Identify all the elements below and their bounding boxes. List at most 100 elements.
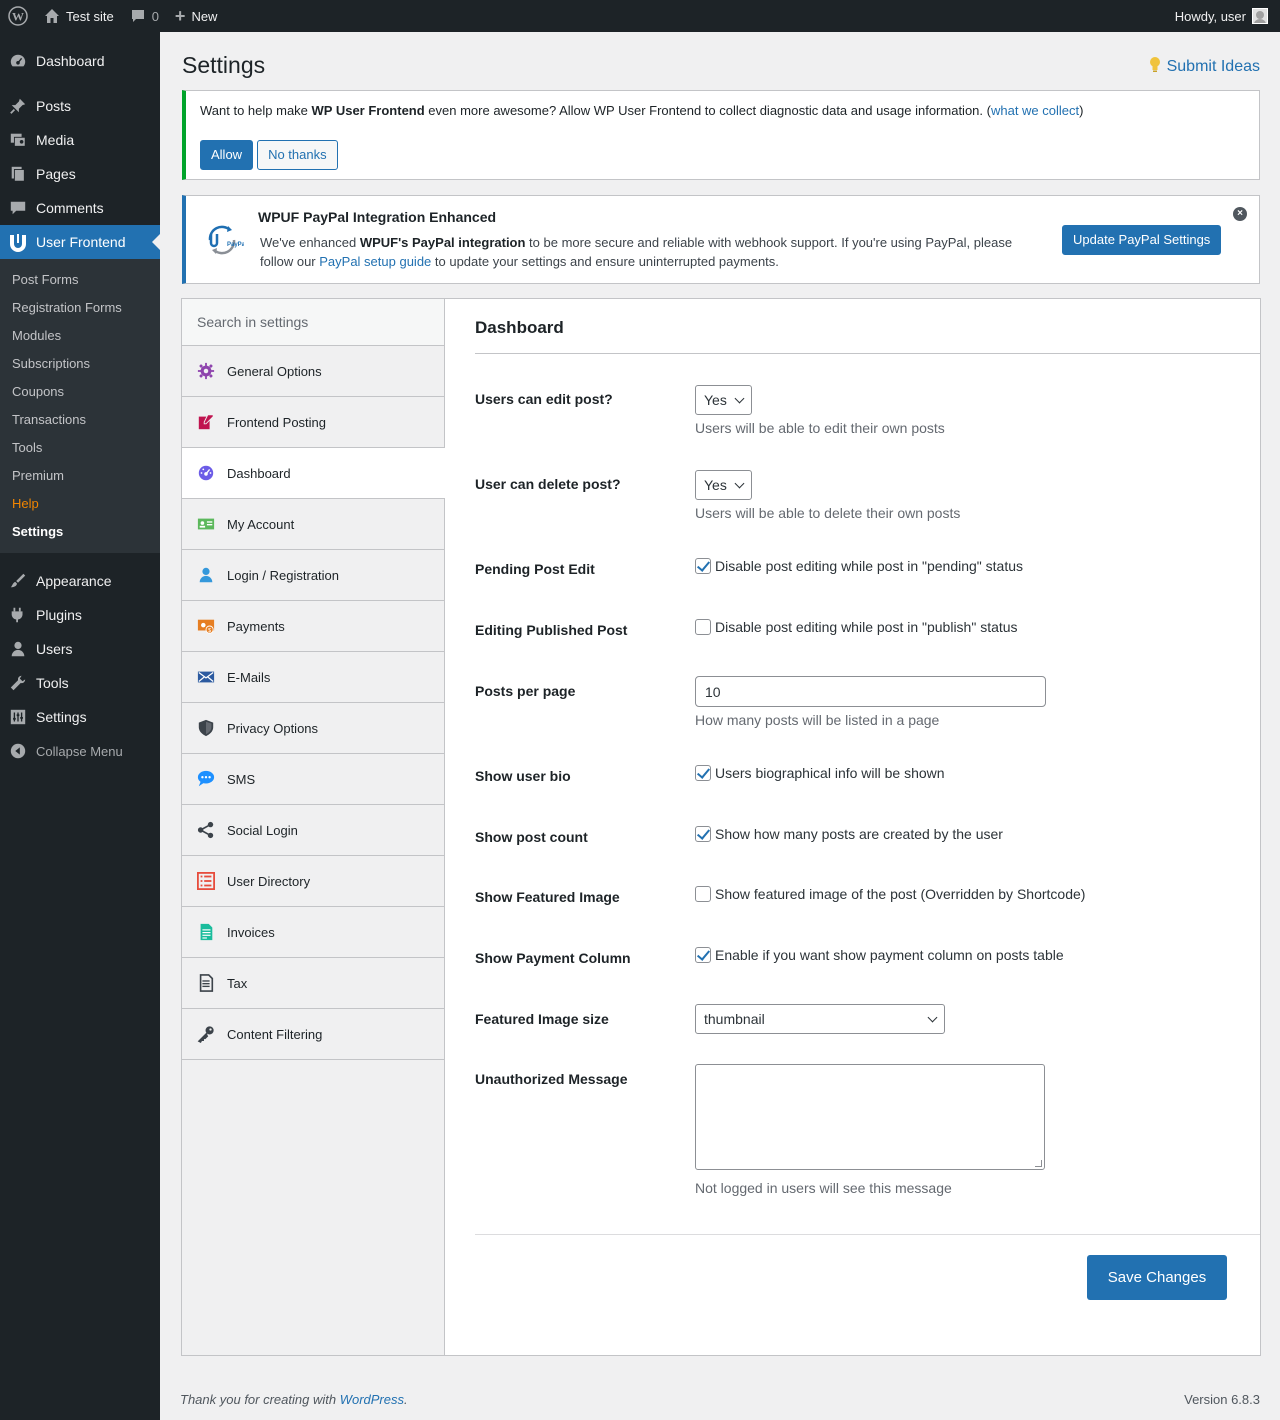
users-icon (8, 639, 28, 659)
brush-icon (8, 571, 28, 591)
menu-item-dashboard[interactable]: Dashboard (0, 44, 160, 78)
menu-item-pages[interactable]: Pages (0, 157, 160, 191)
field-label: Show Payment Column (475, 950, 631, 966)
menu-item-appearance[interactable]: Appearance (0, 564, 160, 598)
submenu-transactions[interactable]: Transactions (0, 406, 160, 434)
paypal-notice-text: We've enhanced WPUF's PayPal integration… (260, 235, 1013, 269)
settings-nav-item-invoices[interactable]: Invoices (182, 907, 444, 958)
settings-nav-item-social-login[interactable]: Social Login (182, 805, 444, 856)
settings-nav-item-content-filtering[interactable]: Content Filtering (182, 1009, 444, 1060)
settings-nav-item-general-options[interactable]: General Options (182, 346, 444, 397)
show-user-bio-checkbox[interactable] (695, 765, 711, 781)
chevron-down-icon (927, 1012, 938, 1022)
wordpress-logo-menu[interactable]: W (0, 0, 36, 32)
menu-label: Media (36, 132, 75, 148)
edit-post-select[interactable]: Yes (695, 385, 752, 415)
submenu-subscriptions[interactable]: Subscriptions (0, 350, 160, 378)
field-label: Users can edit post? (475, 391, 613, 407)
my-account-menu[interactable]: Howdy, user (1175, 8, 1280, 24)
invoice-icon (197, 923, 215, 941)
menu-item-users[interactable]: Users (0, 632, 160, 666)
wordpress-logo-icon: W (8, 6, 28, 26)
checkbox-label: Users biographical info will be shown (715, 765, 945, 781)
settings-nav-label: User Directory (227, 873, 311, 889)
settings-nav-item-privacy-options[interactable]: Privacy Options (182, 703, 444, 754)
settings-nav-item-frontend-posting[interactable]: Frontend Posting (182, 397, 444, 448)
settings-nav-label: Invoices (227, 924, 275, 940)
site-name-menu[interactable]: Test site (36, 0, 122, 32)
submenu-tools[interactable]: Tools (0, 434, 160, 462)
settings-nav-item-dashboard[interactable]: Dashboard (182, 448, 445, 499)
svg-text:W: W (12, 10, 24, 24)
menu-item-user-frontend[interactable]: User Frontend (0, 225, 160, 259)
delete-post-select[interactable]: Yes (695, 470, 752, 500)
dashboard-settings-form: Dashboard Users can edit post? Yes Users… (475, 299, 1260, 1300)
menu-item-posts[interactable]: Posts (0, 89, 160, 123)
user-icon (197, 566, 215, 584)
new-content-menu[interactable]: + New (167, 0, 226, 32)
settings-nav-item-tax[interactable]: Tax (182, 958, 444, 1009)
menu-item-media[interactable]: Media (0, 123, 160, 157)
submenu-premium[interactable]: Premium (0, 462, 160, 490)
submenu-coupons[interactable]: Coupons (0, 378, 160, 406)
submenu-help[interactable]: Help (0, 490, 160, 518)
menu-item-comments[interactable]: Comments (0, 191, 160, 225)
show-featured-image-checkbox[interactable] (695, 886, 711, 902)
edit-icon (197, 413, 215, 431)
what-we-collect-link[interactable]: what we collect (991, 103, 1079, 118)
settings-nav: Search in settings General Options Fronte… (182, 299, 445, 1355)
tracking-notice-text: Want to help make WP User Frontend even … (200, 103, 1084, 118)
admin-bar: W Test site 0 + New Howdy, user (0, 0, 1280, 32)
featured-image-size-select[interactable]: thumbnail (695, 1004, 945, 1034)
comments-count: 0 (151, 8, 159, 24)
settings-nav-label: My Account (227, 516, 295, 532)
submenu-post-forms[interactable]: Post Forms (0, 266, 160, 294)
payment-icon: $ (197, 617, 215, 635)
collapse-menu-button[interactable]: Collapse Menu (0, 734, 160, 768)
submenu-settings[interactable]: Settings (0, 518, 160, 546)
show-payment-column-checkbox[interactable] (695, 947, 711, 963)
submenu-modules[interactable]: Modules (0, 322, 160, 350)
editing-published-post-checkbox[interactable] (695, 619, 711, 635)
footer-thanks: Thank you for creating with WordPress. (180, 1392, 408, 1407)
pending-post-edit-checkbox[interactable] (695, 558, 711, 574)
posts-per-page-input[interactable]: 10 (695, 676, 1046, 707)
settings-search-input[interactable]: Search in settings (182, 299, 444, 346)
allow-button[interactable]: Allow (200, 140, 254, 170)
settings-nav-label: Dashboard (227, 465, 291, 481)
field-label: Editing Published Post (475, 622, 628, 638)
id-card-icon (197, 515, 215, 533)
field-description: Not logged in users will see this messag… (695, 1180, 952, 1196)
settings-nav-item-e-mails[interactable]: E-Mails (182, 652, 444, 703)
collapse-label: Collapse Menu (36, 743, 123, 759)
field-description: How many posts will be listed in a page (695, 712, 940, 728)
settings-nav-item-my-account[interactable]: My Account (182, 499, 444, 550)
menu-label: Users (36, 641, 73, 657)
comments-menu[interactable]: 0 (122, 0, 167, 32)
wordpress-link[interactable]: WordPress (340, 1392, 404, 1407)
submit-ideas-link[interactable]: Submit Ideas (1149, 56, 1260, 77)
menu-item-tools[interactable]: Tools (0, 666, 160, 700)
home-icon (44, 8, 60, 24)
menu-label: Comments (36, 200, 104, 216)
dismiss-notice-icon[interactable]: × (1233, 207, 1247, 221)
field-label: Posts per page (475, 683, 576, 699)
no-thanks-button[interactable]: No thanks (257, 140, 338, 170)
field-label: Featured Image size (475, 1011, 609, 1027)
settings-nav-item-payments[interactable]: $ Payments (182, 601, 444, 652)
update-paypal-settings-button[interactable]: Update PayPal Settings (1062, 225, 1222, 255)
checkbox-label: Disable post editing while post in "pend… (715, 558, 1024, 574)
menu-item-plugins[interactable]: Plugins (0, 598, 160, 632)
paypal-setup-guide-link[interactable]: PayPal setup guide (319, 254, 431, 269)
settings-nav-item-login-registration[interactable]: Login / Registration (182, 550, 444, 601)
menu-item-settings[interactable]: Settings (0, 700, 160, 734)
show-post-count-checkbox[interactable] (695, 826, 711, 842)
plug-icon (8, 605, 28, 625)
field-label: User can delete post? (475, 476, 621, 492)
submenu-registration-forms[interactable]: Registration Forms (0, 294, 160, 322)
settings-nav-item-sms[interactable]: SMS (182, 754, 444, 805)
save-changes-button[interactable]: Save Changes (1087, 1255, 1227, 1300)
settings-nav-item-user-directory[interactable]: User Directory (182, 856, 444, 907)
unauthorized-message-textarea[interactable] (695, 1064, 1045, 1170)
user-frontend-submenu: Post Forms Registration Forms Modules Su… (0, 259, 160, 553)
